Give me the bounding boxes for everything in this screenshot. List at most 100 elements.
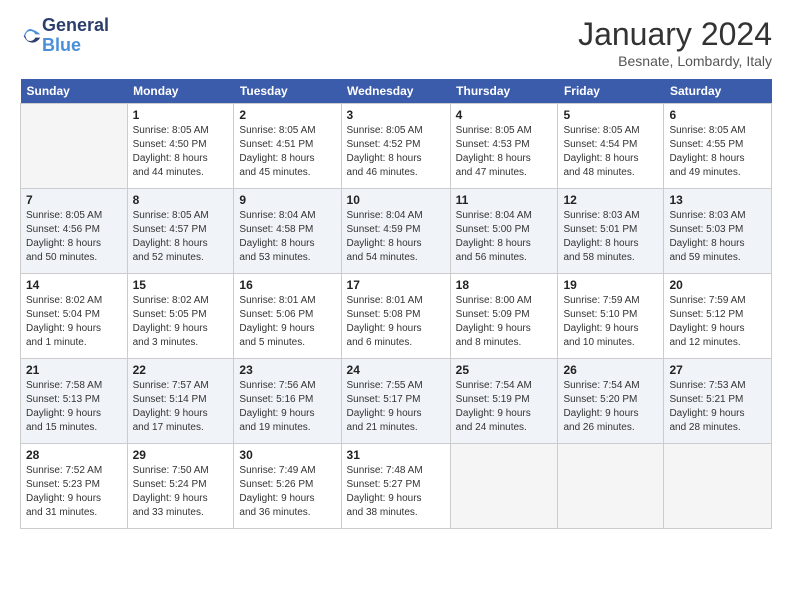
calendar-cell: 9 Sunrise: 8:04 AMSunset: 4:58 PMDaylight… <box>234 189 341 274</box>
calendar-week-3: 21 Sunrise: 7:58 AMSunset: 5:13 PMDayligh… <box>21 359 772 444</box>
day-info: Sunrise: 8:05 AMSunset: 4:56 PMDaylight:… <box>26 209 122 265</box>
day-info: Sunrise: 8:03 AMSunset: 5:03 PMDaylight:… <box>669 209 766 265</box>
calendar-cell: 27Sunrise: 7:53 AMSunset: 5:21 PMDayligh… <box>664 359 772 444</box>
calendar-cell: 31 Sunrise: 7:48 AMSunset: 5:27 PMDayligh… <box>341 444 450 529</box>
calendar-cell: 11 Sunrise: 8:04 AMSunset: 5:00 PMDayligh… <box>450 189 558 274</box>
calendar-cell: 17Sunrise: 8:01 AMSunset: 5:08 PMDayligh… <box>341 274 450 359</box>
day-number: 21 <box>26 363 122 377</box>
day-number: 7 <box>26 193 122 207</box>
logo-line1: General <box>42 16 109 36</box>
day-info: Sunrise: 7:59 AMSunset: 5:12 PMDaylight:… <box>669 294 766 350</box>
day-number: 18 <box>456 278 553 292</box>
day-number: 5 <box>563 108 658 122</box>
calendar-cell: 13 Sunrise: 8:03 AMSunset: 5:03 PMDayligh… <box>664 189 772 274</box>
day-number: 22 <box>133 363 229 377</box>
day-info: Sunrise: 7:53 AMSunset: 5:21 PMDaylight:… <box>669 379 766 435</box>
day-info: Sunrise: 8:02 AMSunset: 5:04 PMDaylight:… <box>26 294 122 350</box>
day-number: 1 <box>133 108 229 122</box>
col-wednesday: Wednesday <box>341 79 450 104</box>
calendar-week-2: 14 Sunrise: 8:02 AMSunset: 5:04 PMDayligh… <box>21 274 772 359</box>
calendar-cell: 25 Sunrise: 7:54 AMSunset: 5:19 PMDayligh… <box>450 359 558 444</box>
day-number: 31 <box>347 448 445 462</box>
day-number: 29 <box>133 448 229 462</box>
col-thursday: Thursday <box>450 79 558 104</box>
day-info: Sunrise: 8:05 AMSunset: 4:50 PMDaylight:… <box>133 124 229 180</box>
day-number: 11 <box>456 193 553 207</box>
day-info: Sunrise: 7:48 AMSunset: 5:27 PMDaylight:… <box>347 464 445 520</box>
calendar-cell: 24 Sunrise: 7:55 AMSunset: 5:17 PMDayligh… <box>341 359 450 444</box>
day-info: Sunrise: 8:04 AMSunset: 5:00 PMDaylight:… <box>456 209 553 265</box>
calendar-cell: 14 Sunrise: 8:02 AMSunset: 5:04 PMDayligh… <box>21 274 128 359</box>
logo: General Blue <box>20 16 109 56</box>
col-tuesday: Tuesday <box>234 79 341 104</box>
day-info: Sunrise: 8:05 AMSunset: 4:55 PMDaylight:… <box>669 124 766 180</box>
logo-text: General Blue <box>42 16 109 56</box>
calendar-cell: 20Sunrise: 7:59 AMSunset: 5:12 PMDayligh… <box>664 274 772 359</box>
calendar-cell: 7 Sunrise: 8:05 AMSunset: 4:56 PMDaylight… <box>21 189 128 274</box>
calendar-cell: 23Sunrise: 7:56 AMSunset: 5:16 PMDayligh… <box>234 359 341 444</box>
day-info: Sunrise: 8:04 AMSunset: 4:58 PMDaylight:… <box>239 209 335 265</box>
location: Besnate, Lombardy, Italy <box>578 53 772 69</box>
day-number: 3 <box>347 108 445 122</box>
calendar-cell: 3 Sunrise: 8:05 AMSunset: 4:52 PMDaylight… <box>341 104 450 189</box>
calendar-week-4: 28 Sunrise: 7:52 AMSunset: 5:23 PMDayligh… <box>21 444 772 529</box>
day-info: Sunrise: 7:54 AMSunset: 5:20 PMDaylight:… <box>563 379 658 435</box>
day-info: Sunrise: 7:50 AMSunset: 5:24 PMDaylight:… <box>133 464 229 520</box>
day-number: 19 <box>563 278 658 292</box>
calendar-cell: 29 Sunrise: 7:50 AMSunset: 5:24 PMDayligh… <box>127 444 234 529</box>
calendar-cell: 10 Sunrise: 8:04 AMSunset: 4:59 PMDayligh… <box>341 189 450 274</box>
day-number: 23 <box>239 363 335 377</box>
calendar-cell: 5Sunrise: 8:05 AMSunset: 4:54 PMDaylight… <box>558 104 664 189</box>
calendar-week-1: 7 Sunrise: 8:05 AMSunset: 4:56 PMDaylight… <box>21 189 772 274</box>
day-number: 24 <box>347 363 445 377</box>
day-info: Sunrise: 7:58 AMSunset: 5:13 PMDaylight:… <box>26 379 122 435</box>
day-number: 28 <box>26 448 122 462</box>
day-info: Sunrise: 7:55 AMSunset: 5:17 PMDaylight:… <box>347 379 445 435</box>
day-info: Sunrise: 8:05 AMSunset: 4:53 PMDaylight:… <box>456 124 553 180</box>
calendar-cell: 28 Sunrise: 7:52 AMSunset: 5:23 PMDayligh… <box>21 444 128 529</box>
col-saturday: Saturday <box>664 79 772 104</box>
title-block: January 2024 Besnate, Lombardy, Italy <box>578 16 772 69</box>
day-number: 4 <box>456 108 553 122</box>
calendar-cell: 4 Sunrise: 8:05 AMSunset: 4:53 PMDaylight… <box>450 104 558 189</box>
day-info: Sunrise: 8:01 AMSunset: 5:06 PMDaylight:… <box>239 294 335 350</box>
calendar-header-row: Sunday Monday Tuesday Wednesday Thursday… <box>21 79 772 104</box>
day-number: 6 <box>669 108 766 122</box>
day-number: 26 <box>563 363 658 377</box>
calendar-cell <box>21 104 128 189</box>
calendar-cell <box>664 444 772 529</box>
day-info: Sunrise: 7:59 AMSunset: 5:10 PMDaylight:… <box>563 294 658 350</box>
day-info: Sunrise: 7:52 AMSunset: 5:23 PMDaylight:… <box>26 464 122 520</box>
day-number: 13 <box>669 193 766 207</box>
calendar-body: 1 Sunrise: 8:05 AMSunset: 4:50 PMDaylight… <box>21 104 772 529</box>
calendar-cell <box>450 444 558 529</box>
calendar-cell: 2 Sunrise: 8:05 AMSunset: 4:51 PMDaylight… <box>234 104 341 189</box>
month-title: January 2024 <box>578 16 772 53</box>
calendar-cell: 22 Sunrise: 7:57 AMSunset: 5:14 PMDayligh… <box>127 359 234 444</box>
calendar-cell <box>558 444 664 529</box>
day-number: 9 <box>239 193 335 207</box>
page: General Blue January 2024 Besnate, Lomba… <box>0 0 792 539</box>
day-info: Sunrise: 8:04 AMSunset: 4:59 PMDaylight:… <box>347 209 445 265</box>
calendar-cell: 16Sunrise: 8:01 AMSunset: 5:06 PMDayligh… <box>234 274 341 359</box>
day-info: Sunrise: 8:05 AMSunset: 4:51 PMDaylight:… <box>239 124 335 180</box>
calendar-cell: 8Sunrise: 8:05 AMSunset: 4:57 PMDaylight… <box>127 189 234 274</box>
day-info: Sunrise: 8:02 AMSunset: 5:05 PMDaylight:… <box>133 294 229 350</box>
day-number: 15 <box>133 278 229 292</box>
day-number: 17 <box>347 278 445 292</box>
day-info: Sunrise: 8:03 AMSunset: 5:01 PMDaylight:… <box>563 209 658 265</box>
calendar-cell: 12Sunrise: 8:03 AMSunset: 5:01 PMDayligh… <box>558 189 664 274</box>
day-number: 14 <box>26 278 122 292</box>
header: General Blue January 2024 Besnate, Lomba… <box>20 16 772 69</box>
day-info: Sunrise: 8:00 AMSunset: 5:09 PMDaylight:… <box>456 294 553 350</box>
day-info: Sunrise: 7:57 AMSunset: 5:14 PMDaylight:… <box>133 379 229 435</box>
calendar-cell: 26 Sunrise: 7:54 AMSunset: 5:20 PMDayligh… <box>558 359 664 444</box>
day-number: 8 <box>133 193 229 207</box>
day-number: 25 <box>456 363 553 377</box>
calendar-week-0: 1 Sunrise: 8:05 AMSunset: 4:50 PMDaylight… <box>21 104 772 189</box>
day-number: 10 <box>347 193 445 207</box>
day-number: 2 <box>239 108 335 122</box>
day-info: Sunrise: 7:54 AMSunset: 5:19 PMDaylight:… <box>456 379 553 435</box>
calendar-cell: 1 Sunrise: 8:05 AMSunset: 4:50 PMDaylight… <box>127 104 234 189</box>
day-info: Sunrise: 8:05 AMSunset: 4:52 PMDaylight:… <box>347 124 445 180</box>
